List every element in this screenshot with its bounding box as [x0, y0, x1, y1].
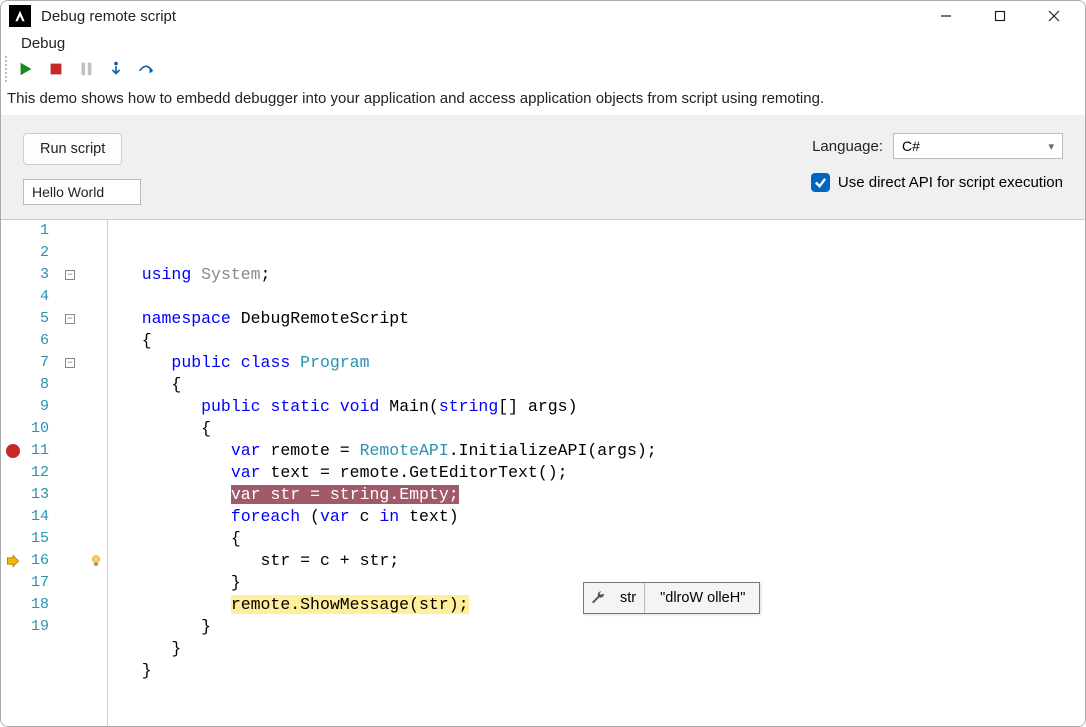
run-script-button[interactable]: Run script: [23, 133, 122, 165]
app-window: Debug remote script Debug: [0, 0, 1086, 727]
language-select[interactable]: C# ▾: [893, 133, 1063, 159]
line-number: 17: [25, 572, 55, 594]
code-line[interactable]: {: [112, 418, 1085, 440]
line-number: 8: [25, 374, 55, 396]
fold-gutter[interactable]: −: [55, 314, 85, 324]
code-line[interactable]: public static void Main(string[] args): [112, 396, 1085, 418]
line-number: 9: [25, 396, 55, 418]
gutter-row: 2: [1, 242, 107, 264]
fold-gutter[interactable]: −: [55, 270, 85, 280]
gutter-row: 17: [1, 572, 107, 594]
gutter-row: 9: [1, 396, 107, 418]
code-line[interactable]: public class Program: [112, 352, 1085, 374]
close-button[interactable]: [1031, 1, 1077, 31]
line-number: 1: [25, 220, 55, 242]
line-number: 11: [25, 440, 55, 462]
code-line[interactable]: using System;: [112, 264, 1085, 286]
line-number: 2: [25, 242, 55, 264]
start-button[interactable]: [15, 58, 37, 80]
app-icon: [9, 5, 31, 27]
code-area[interactable]: using System; namespace DebugRemoteScrip…: [108, 220, 1085, 726]
script-text-input[interactable]: [23, 179, 141, 205]
code-line[interactable]: {: [112, 330, 1085, 352]
gutter-row: 16: [1, 550, 107, 572]
line-number: 14: [25, 506, 55, 528]
gutter-row: 14: [1, 506, 107, 528]
minimize-button[interactable]: [923, 1, 969, 31]
code-editor[interactable]: 123−45−67−8910111213141516171819 using S…: [1, 220, 1085, 726]
gutter-row: 19: [1, 616, 107, 638]
fold-toggle-icon[interactable]: −: [65, 314, 75, 324]
pause-button[interactable]: [75, 58, 97, 80]
step-into-button[interactable]: [105, 58, 127, 80]
wrench-icon: [584, 583, 612, 613]
line-number: 19: [25, 616, 55, 638]
code-line[interactable]: }: [112, 638, 1085, 660]
gutter-row: 6: [1, 330, 107, 352]
window-controls: [923, 1, 1077, 31]
direct-api-checkbox-row[interactable]: Use direct API for script execution: [811, 173, 1063, 192]
gutter-row: 15: [1, 528, 107, 550]
gutter-row: 3−: [1, 264, 107, 286]
code-line[interactable]: }: [112, 660, 1085, 682]
direct-api-checkbox[interactable]: [811, 173, 830, 192]
breakpoint-marker[interactable]: [1, 444, 25, 458]
gutter-row: 10: [1, 418, 107, 440]
gutter-row: 5−: [1, 308, 107, 330]
line-number: 12: [25, 462, 55, 484]
code-line[interactable]: }: [112, 616, 1085, 638]
code-line[interactable]: var remote = RemoteAPI.InitializeAPI(arg…: [112, 440, 1085, 462]
line-number: 13: [25, 484, 55, 506]
tooltip-varname: str: [612, 583, 645, 613]
gutter-row: 1: [1, 220, 107, 242]
lightbulb-icon[interactable]: [85, 554, 107, 568]
code-line[interactable]: namespace DebugRemoteScript: [112, 308, 1085, 330]
code-line[interactable]: {: [112, 528, 1085, 550]
direct-api-label: Use direct API for script execution: [838, 174, 1063, 191]
line-number: 3: [25, 264, 55, 286]
fold-toggle-icon[interactable]: −: [65, 270, 75, 280]
code-line[interactable]: var text = remote.GetEditorText();: [112, 462, 1085, 484]
gutter-row: 8: [1, 374, 107, 396]
gutter-row: 18: [1, 594, 107, 616]
code-line[interactable]: [112, 286, 1085, 308]
stop-button[interactable]: [45, 58, 67, 80]
controls-panel: Run script Language: C# ▾ Use direct API…: [1, 115, 1085, 220]
menubar: Debug: [1, 31, 1085, 56]
gutter-row: 11: [1, 440, 107, 462]
window-title: Debug remote script: [41, 8, 176, 25]
code-line[interactable]: var str = string.Empty;: [112, 484, 1085, 506]
line-number: 16: [25, 550, 55, 572]
debug-toolbar: [5, 56, 1085, 82]
tooltip-value: "dlroW olleH": [645, 583, 759, 613]
gutter-row: 13: [1, 484, 107, 506]
gutter-row: 12: [1, 462, 107, 484]
line-number: 10: [25, 418, 55, 440]
line-number: 4: [25, 286, 55, 308]
line-number: 18: [25, 594, 55, 616]
code-line[interactable]: {: [112, 374, 1085, 396]
language-value: C#: [902, 138, 920, 154]
line-number: 7: [25, 352, 55, 374]
line-number: 6: [25, 330, 55, 352]
code-line[interactable]: str = c + str;: [112, 550, 1085, 572]
line-number: 15: [25, 528, 55, 550]
editor-gutter: 123−45−67−8910111213141516171819: [1, 220, 108, 726]
fold-toggle-icon[interactable]: −: [65, 358, 75, 368]
debug-tooltip: str "dlroW olleH": [583, 582, 760, 614]
titlebar: Debug remote script: [1, 1, 1085, 31]
chevron-down-icon: ▾: [1048, 140, 1054, 153]
menu-debug[interactable]: Debug: [11, 31, 75, 56]
gutter-row: 4: [1, 286, 107, 308]
step-over-button[interactable]: [135, 58, 157, 80]
language-label: Language:: [812, 138, 883, 155]
description-text: This demo shows how to embedd debugger i…: [1, 82, 1085, 115]
maximize-button[interactable]: [977, 1, 1023, 31]
line-number: 5: [25, 308, 55, 330]
gutter-row: 7−: [1, 352, 107, 374]
fold-gutter[interactable]: −: [55, 358, 85, 368]
code-line[interactable]: foreach (var c in text): [112, 506, 1085, 528]
current-line-marker[interactable]: [1, 553, 25, 569]
